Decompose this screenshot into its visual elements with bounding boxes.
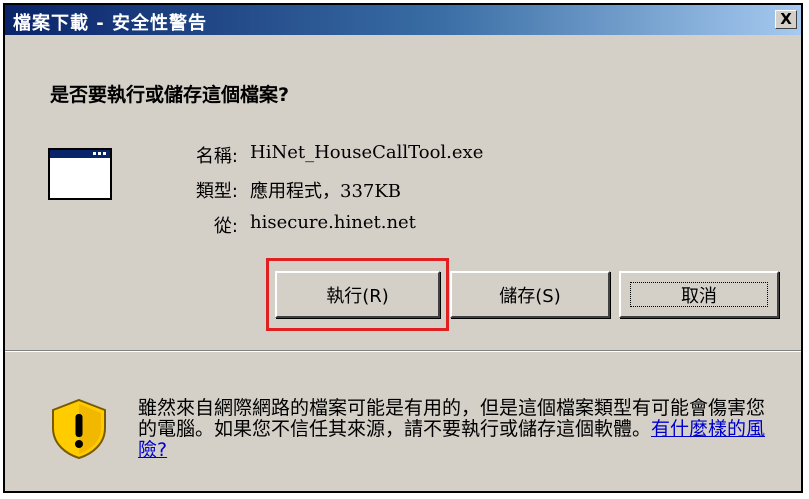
- run-button-highlight: [266, 258, 449, 331]
- save-button[interactable]: 儲存(S): [450, 271, 610, 318]
- window-buttons-glyph: [93, 152, 107, 155]
- title-bar[interactable]: 檔案下載 - 安全性警告 X: [5, 5, 801, 35]
- file-source-value: hisecure.hinet.net: [250, 212, 416, 233]
- file-name-value: HiNet_HouseCallTool.exe: [250, 142, 484, 163]
- warning-message: 雖然來自網際網路的檔案可能是有用的，但是這個檔案類型有可能會傷害您的電腦。如果您…: [138, 398, 778, 461]
- file-name-label: 名稱:: [195, 146, 238, 167]
- cancel-button[interactable]: 取消: [619, 271, 779, 318]
- file-type-label: 類型:: [195, 181, 238, 202]
- file-name-row: 名稱: HiNet_HouseCallTool.exe: [165, 142, 483, 168]
- file-source-row: 從: hisecure.hinet.net: [165, 212, 416, 238]
- close-icon: X: [780, 10, 792, 28]
- warning-shield-icon: [52, 398, 106, 460]
- security-warning-dialog: 檔案下載 - 安全性警告 X 是否要執行或儲存這個檔案? 名稱: HiNet_H…: [3, 3, 803, 493]
- divider: [5, 350, 801, 352]
- dialog-title: 檔案下載 - 安全性警告: [13, 13, 208, 34]
- file-type-value: 應用程式，337KB: [250, 181, 402, 202]
- application-window-icon: [48, 148, 112, 200]
- file-type-row: 類型: 應用程式，337KB: [165, 177, 401, 203]
- save-button-label: 儲存(S): [499, 285, 561, 307]
- focus-indicator: [630, 282, 768, 307]
- close-button[interactable]: X: [775, 10, 797, 29]
- file-source-label: 從:: [213, 216, 238, 237]
- question-text: 是否要執行或儲存這個檔案?: [50, 84, 290, 106]
